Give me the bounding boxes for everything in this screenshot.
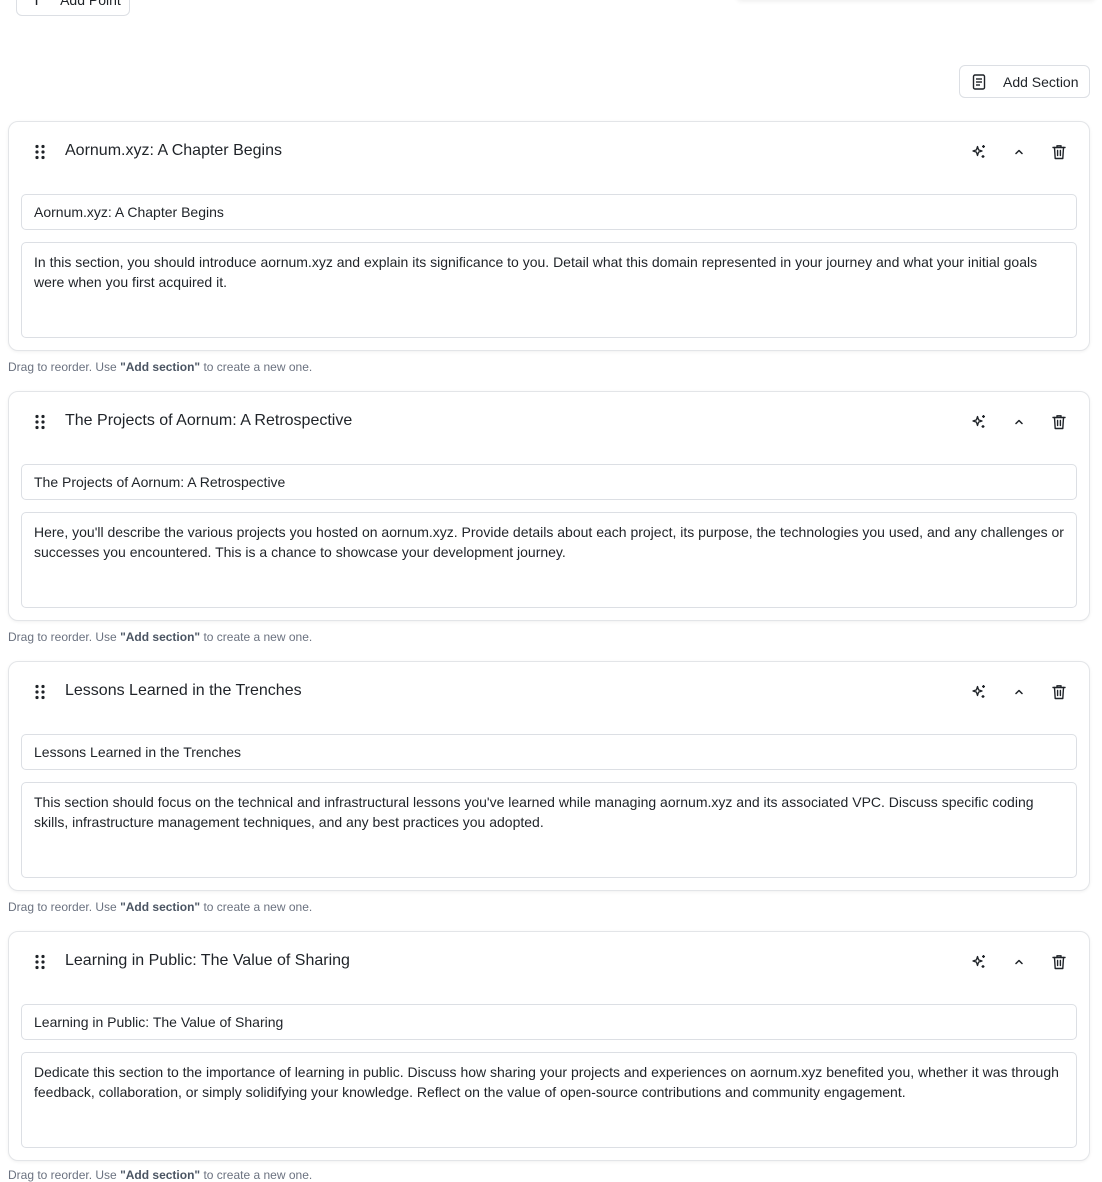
section-card: The Projects of Aornum: A Retrospective … — [8, 391, 1090, 621]
reorder-hint: Drag to reorder. Use "Add section" to cr… — [8, 630, 313, 644]
delete-button[interactable] — [1049, 682, 1069, 702]
add-point-label: Add Point — [60, 0, 121, 8]
section-title-input[interactable] — [21, 1004, 1077, 1040]
ai-generate-button[interactable] — [969, 412, 989, 432]
ai-generate-button[interactable] — [969, 952, 989, 972]
reorder-hint: Drag to reorder. Use "Add section" to cr… — [8, 360, 313, 374]
section-title-input[interactable] — [21, 734, 1077, 770]
section-description-textarea[interactable]: Dedicate this section to the importance … — [21, 1052, 1077, 1148]
chevron-up-icon — [1015, 149, 1023, 155]
section-heading: Lessons Learned in the Trenches — [65, 682, 302, 699]
add-point-button[interactable]: + Add Point — [16, 0, 130, 16]
drag-handle-icon[interactable] — [33, 144, 47, 160]
section-description-textarea[interactable]: In this section, you should introduce ao… — [21, 242, 1077, 338]
delete-button[interactable] — [1049, 412, 1069, 432]
collapse-button[interactable] — [1009, 952, 1029, 972]
delete-button[interactable] — [1049, 142, 1069, 162]
document-icon — [972, 73, 986, 90]
add-section-label: Add Section — [1003, 73, 1079, 90]
trash-icon — [1052, 685, 1066, 700]
trash-icon — [1052, 955, 1066, 970]
collapse-button[interactable] — [1009, 142, 1029, 162]
reorder-hint: Drag to reorder. Use "Add section" to cr… — [8, 900, 313, 914]
sparkles-icon — [972, 685, 985, 698]
section-description-textarea[interactable]: This section should focus on the technic… — [21, 782, 1077, 878]
sparkles-icon — [972, 145, 985, 158]
section-card: Aornum.xyz: A Chapter Begins In this sec… — [8, 121, 1090, 351]
collapse-button[interactable] — [1009, 412, 1029, 432]
section-heading: Learning in Public: The Value of Sharing — [65, 952, 350, 969]
section-heading: The Projects of Aornum: A Retrospective — [65, 412, 353, 429]
chevron-up-icon — [1015, 689, 1023, 695]
drag-handle-icon[interactable] — [33, 414, 47, 430]
drag-handle-icon[interactable] — [33, 684, 47, 700]
section-title-input[interactable] — [21, 194, 1077, 230]
sparkles-icon — [972, 415, 985, 428]
drag-handle-icon[interactable] — [33, 954, 47, 970]
add-section-button[interactable]: Add Section — [959, 65, 1090, 98]
section-heading: Aornum.xyz: A Chapter Begins — [65, 142, 282, 159]
chevron-up-icon — [1015, 419, 1023, 425]
section-card: Learning in Public: The Value of Sharing… — [8, 931, 1090, 1161]
ai-generate-button[interactable] — [969, 142, 989, 162]
chevron-up-icon — [1015, 959, 1023, 965]
section-title-input[interactable] — [21, 464, 1077, 500]
section-description-textarea[interactable]: Here, you'll describe the various projec… — [21, 512, 1077, 608]
reorder-hint: Drag to reorder. Use "Add section" to cr… — [8, 1168, 313, 1182]
delete-button[interactable] — [1049, 952, 1069, 972]
section-card: Lessons Learned in the Trenches This sec… — [8, 661, 1090, 891]
sparkles-icon — [972, 955, 985, 968]
trash-icon — [1052, 145, 1066, 160]
trash-icon — [1052, 415, 1066, 430]
plus-icon: + — [29, 0, 44, 9]
ai-generate-button[interactable] — [969, 682, 989, 702]
collapse-button[interactable] — [1009, 682, 1029, 702]
